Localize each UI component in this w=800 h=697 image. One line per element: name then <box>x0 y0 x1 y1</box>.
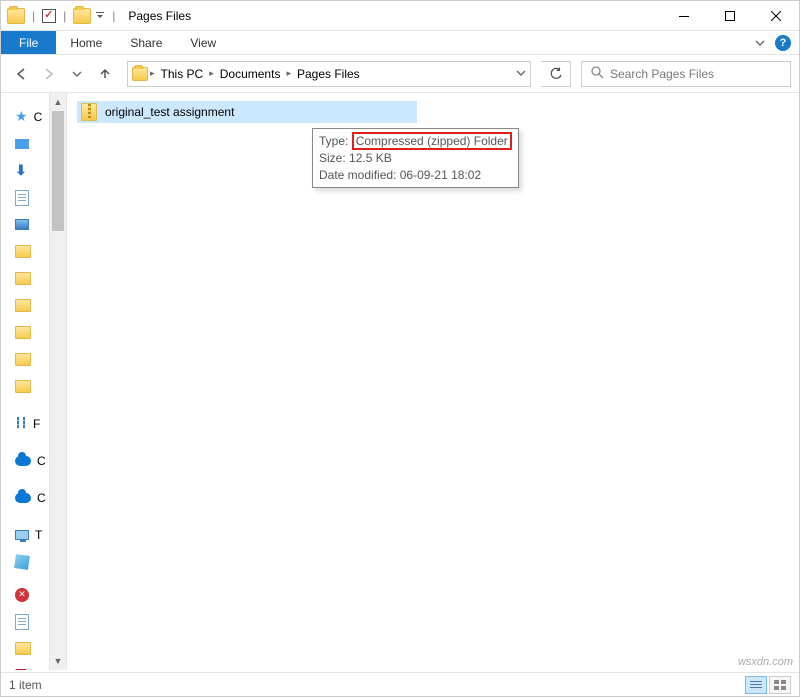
chevron-right-icon[interactable]: ▸ <box>148 68 157 79</box>
desktop-icon <box>15 139 29 149</box>
sidebar-item[interactable] <box>1 265 49 292</box>
minimize-button[interactable] <box>661 1 707 31</box>
qat-properties-icon[interactable] <box>42 9 56 23</box>
sidebar-item[interactable] <box>1 662 49 670</box>
up-button[interactable] <box>93 62 117 86</box>
sidebar-item-documents[interactable] <box>1 184 49 211</box>
navigation-pane[interactable]: ★C ⬇ ┇┇F C C T ✕ ▲ <box>1 93 49 670</box>
cloud-icon <box>15 456 31 466</box>
separator: | <box>109 9 118 23</box>
address-dropdown-icon[interactable] <box>516 67 526 81</box>
title-bar: | | | Pages Files <box>1 1 799 31</box>
sidebar-item[interactable] <box>1 373 49 400</box>
ribbon-expand-icon[interactable] <box>751 34 769 52</box>
separator: | <box>29 9 38 23</box>
3dobjects-icon <box>14 554 30 570</box>
forward-button[interactable] <box>37 62 61 86</box>
quick-access-toolbar: | | | Pages Files <box>1 8 191 24</box>
chevron-right-icon[interactable]: ▸ <box>284 68 293 79</box>
sidebar-item[interactable] <box>1 238 49 265</box>
tab-home[interactable]: Home <box>56 31 116 54</box>
app-icon <box>7 8 25 24</box>
ribbon-tabs: File Home Share View ? <box>1 31 799 55</box>
folder-icon <box>15 245 31 258</box>
folder-icon <box>15 380 31 393</box>
chevron-right-icon[interactable]: ▸ <box>207 68 216 79</box>
qat-newfolder-icon[interactable] <box>73 8 91 24</box>
star-icon: ★ <box>15 108 28 125</box>
sidebar-item-onedrive[interactable]: C <box>1 484 49 511</box>
search-icon <box>590 65 604 82</box>
address-bar[interactable]: ▸ This PC ▸ Documents ▸ Pages Files <box>127 61 531 87</box>
app-icon: ┇┇ <box>15 418 27 429</box>
sidebar-item[interactable]: ✕ <box>1 581 49 608</box>
sidebar-item[interactable] <box>1 292 49 319</box>
back-button[interactable] <box>9 62 33 86</box>
folder-icon <box>15 272 31 285</box>
file-tooltip: Type: Compressed (zipped) Folder Size: 1… <box>312 128 519 188</box>
separator: | <box>60 9 69 23</box>
close-button[interactable] <box>753 1 799 31</box>
folder-icon <box>15 353 31 366</box>
search-placeholder: Search Pages Files <box>610 67 714 81</box>
sidebar-item-downloads[interactable]: ⬇ <box>1 157 49 184</box>
sidebar-item-onedrive[interactable]: C <box>1 447 49 474</box>
tab-file[interactable]: File <box>1 31 56 54</box>
pictures-icon <box>15 219 29 230</box>
sidebar-item[interactable] <box>1 635 49 662</box>
sidebar-item-pictures[interactable] <box>1 211 49 238</box>
sidebar-item[interactable] <box>1 319 49 346</box>
qat-customize-icon[interactable] <box>95 11 105 21</box>
document-icon <box>15 614 29 630</box>
tab-view[interactable]: View <box>176 31 230 54</box>
pc-icon <box>15 530 29 540</box>
sidebar-item-quickaccess[interactable]: ★C <box>1 103 49 130</box>
help-icon[interactable]: ? <box>775 35 791 51</box>
sidebar-item-desktop[interactable] <box>1 130 49 157</box>
sidebar-item-thispc[interactable]: T <box>1 521 49 548</box>
error-icon: ✕ <box>15 588 29 602</box>
file-item-selected[interactable]: original_test assignment <box>77 101 417 123</box>
tab-share[interactable]: Share <box>116 31 176 54</box>
view-details-button[interactable] <box>745 676 767 694</box>
document-icon <box>15 190 29 206</box>
folder-icon <box>15 299 31 312</box>
address-folder-icon <box>132 67 148 81</box>
sidebar-item[interactable] <box>1 548 49 575</box>
status-bar: 1 item <box>1 672 799 696</box>
status-item-count: 1 item <box>9 678 42 692</box>
tooltip-type-highlight: Compressed (zipped) Folder <box>352 132 512 150</box>
view-largeicons-button[interactable] <box>769 676 791 694</box>
cloud-icon <box>15 493 31 503</box>
sidebar-item[interactable]: ┇┇F <box>1 410 49 437</box>
sidebar-item[interactable] <box>1 346 49 373</box>
file-list-pane[interactable]: original_test assignment Type: Compresse… <box>49 93 799 670</box>
window-title: Pages Files <box>128 9 191 23</box>
file-name: original_test assignment <box>105 105 234 119</box>
zip-folder-icon <box>81 103 97 121</box>
maximize-button[interactable] <box>707 1 753 31</box>
mcafee-icon <box>15 669 27 671</box>
breadcrumb-current[interactable]: Pages Files <box>293 67 364 81</box>
download-icon: ⬇ <box>15 162 27 179</box>
navigation-bar: ▸ This PC ▸ Documents ▸ Pages Files Sear… <box>1 55 799 93</box>
watermark: wsxdn.com <box>738 656 793 668</box>
folder-icon <box>15 642 31 655</box>
folder-icon <box>15 326 31 339</box>
refresh-button[interactable] <box>541 61 571 87</box>
breadcrumb-documents[interactable]: Documents <box>216 67 285 81</box>
body: ★C ⬇ ┇┇F C C T ✕ ▲ <box>1 93 799 670</box>
recent-locations-icon[interactable] <box>65 62 89 86</box>
sidebar-item[interactable] <box>1 608 49 635</box>
breadcrumb-thispc[interactable]: This PC <box>157 67 208 81</box>
search-box[interactable]: Search Pages Files <box>581 61 791 87</box>
